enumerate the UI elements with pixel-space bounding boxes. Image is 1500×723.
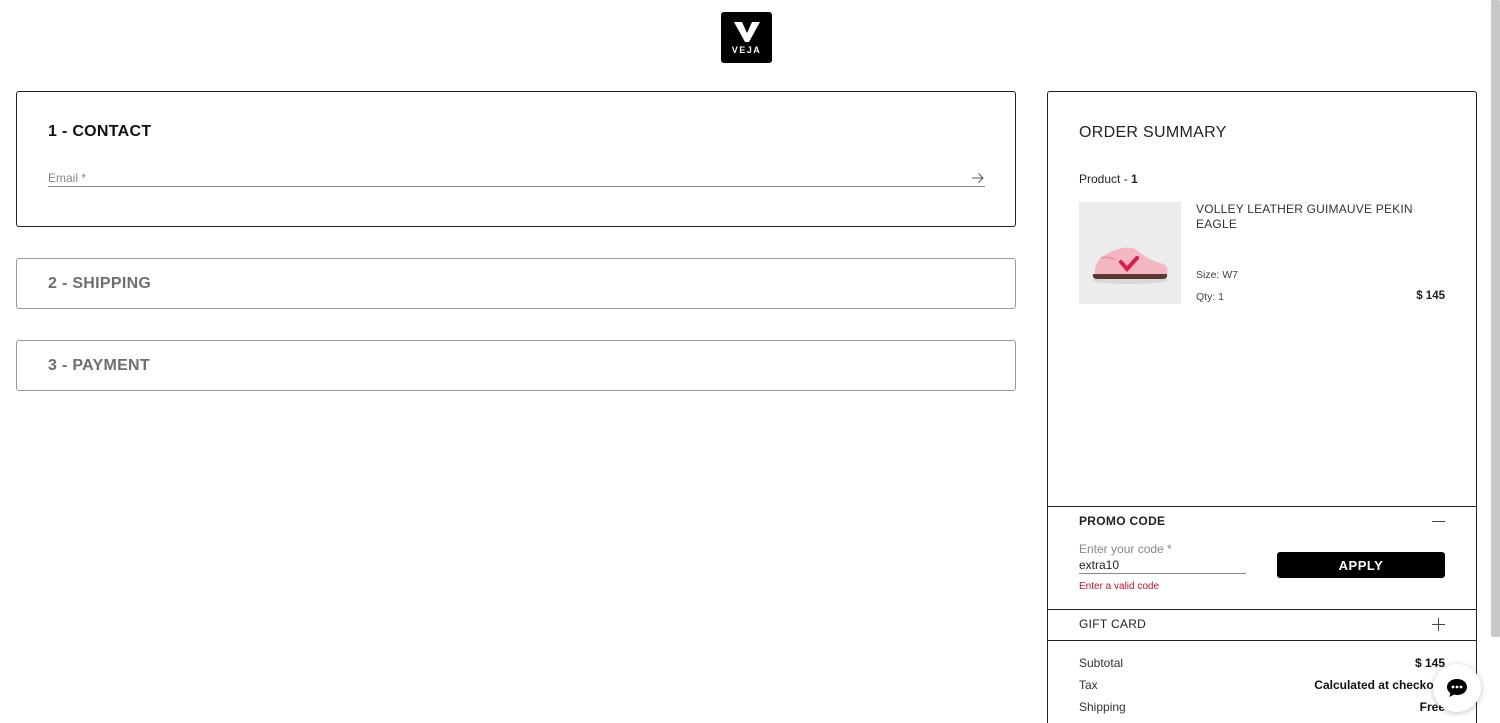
order-summary-title: ORDER SUMMARY — [1079, 124, 1227, 141]
shipping-row: Shipping Free — [1079, 700, 1445, 714]
tax-label: Tax — [1079, 678, 1098, 692]
product-count-label: Product - — [1079, 172, 1132, 186]
product-count: Product - 1 — [1079, 172, 1138, 186]
plus-icon[interactable] — [1432, 618, 1445, 631]
product-image — [1079, 202, 1181, 304]
subtotal-value: $ 145 — [1414, 656, 1445, 670]
email-placeholder: Email * — [48, 171, 87, 185]
subtotal-row: Subtotal $ 145 — [1079, 656, 1445, 670]
shipping-label: Shipping — [1079, 700, 1126, 714]
product-qty: Qty: 1 — [1196, 291, 1225, 303]
apply-button[interactable]: APPLY — [1277, 552, 1445, 578]
promo-error-message: Enter a valid code — [1079, 581, 1160, 592]
promo-code-title[interactable]: PROMO CODE — [1079, 514, 1165, 528]
order-summary: ORDER SUMMARY Product - 1 VOLLEY LEATHER… — [1047, 91, 1477, 723]
pink-sneaker-image — [1092, 247, 1168, 284]
tax-row: Tax Calculated at checkout — [1079, 678, 1445, 692]
gift-divider — [1048, 609, 1476, 610]
product-name: VOLLEY LEATHER GUIMAUVE PEKIN EAGLE — [1196, 202, 1413, 231]
gift-card-title[interactable]: GIFT CARD — [1079, 617, 1146, 631]
minus-icon[interactable] — [1432, 521, 1445, 522]
subtotal-label: Subtotal — [1079, 656, 1124, 670]
promo-value[interactable]: extra10 — [1079, 558, 1119, 572]
payment-title: 3 - PAYMENT — [48, 357, 150, 374]
email-field[interactable]: Email * — [48, 170, 985, 187]
chat-button[interactable] — [1433, 664, 1481, 712]
shipping-title: 2 - SHIPPING — [48, 275, 152, 292]
shipping-section[interactable]: 2 - SHIPPING — [16, 258, 1016, 309]
contact-section: 1 - CONTACT Email * — [16, 91, 1016, 227]
product-price: $ 145 — [1416, 290, 1445, 302]
logo-text: VEJA — [731, 44, 762, 55]
chat-bubble-icon — [1447, 679, 1467, 697]
product-count-value: 1 — [1131, 172, 1138, 186]
tax-value: Calculated at checkout — [1314, 678, 1445, 692]
product-size: Size: W7 — [1196, 269, 1239, 281]
contact-title: 1 - CONTACT — [48, 123, 152, 140]
page-scrollbar[interactable] — [1491, 0, 1500, 637]
promo-code-input[interactable]: Enter your code * extra10 — [1079, 540, 1246, 574]
arrow-right-icon[interactable] — [971, 172, 985, 184]
veja-v-logo-icon — [733, 21, 760, 42]
totals-divider — [1048, 640, 1476, 641]
veja-logo[interactable]: VEJA — [721, 12, 772, 63]
promo-divider — [1048, 506, 1476, 507]
payment-section[interactable]: 3 - PAYMENT — [16, 340, 1016, 391]
promo-placeholder: Enter your code * — [1079, 542, 1172, 556]
